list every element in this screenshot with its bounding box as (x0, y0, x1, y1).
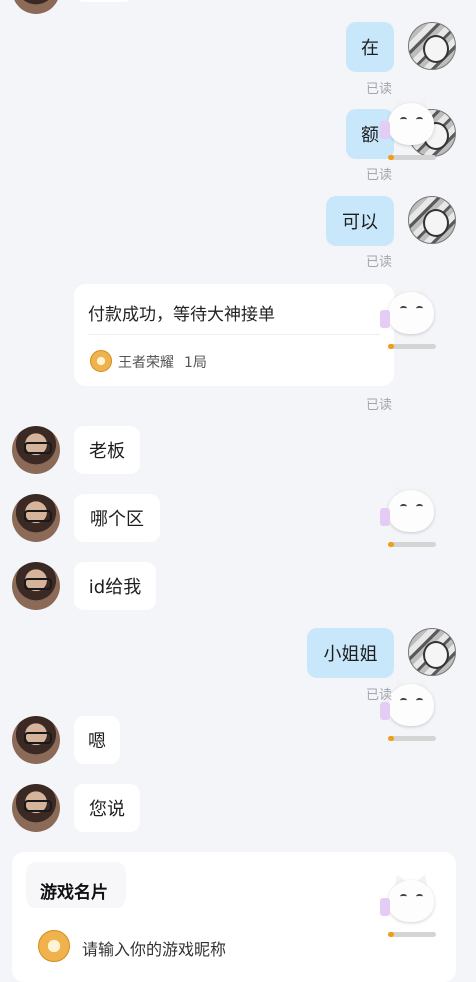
progress-bar (388, 344, 436, 349)
glasses-decoration (24, 800, 52, 812)
contact-avatar[interactable] (12, 784, 60, 832)
cat-sticker-widget[interactable] (380, 94, 440, 165)
cat-eye (400, 698, 407, 703)
milk-bottle-icon (380, 508, 390, 526)
glasses-decoration (24, 442, 52, 454)
received-message-bubble[interactable]: 老板 (74, 426, 140, 474)
contact-avatar[interactable] (12, 494, 60, 542)
message-text: 哪个区 (90, 509, 144, 530)
message-text: 小姐姐 (323, 644, 378, 665)
cat-body (388, 880, 434, 922)
cat-sticker-widget[interactable] (380, 481, 440, 552)
glasses-decoration (24, 732, 52, 744)
card-divider (88, 334, 380, 335)
message-text: 嗯 (88, 731, 106, 752)
avatar-face (423, 209, 449, 237)
message-text: 老板 (89, 441, 125, 462)
sent-message-bubble[interactable]: 可以 (326, 196, 394, 246)
cat-body (388, 490, 434, 532)
cat-eye (416, 504, 423, 509)
cat-eye (400, 306, 407, 311)
contact-avatar[interactable] (12, 716, 60, 764)
sent-message-bubble[interactable]: 小姐姐 (307, 628, 394, 678)
cat-eye (416, 117, 423, 122)
message-text: 您说 (89, 799, 125, 820)
cat-eye (400, 117, 407, 122)
glasses-decoration (24, 510, 52, 522)
message-text: 额 (361, 125, 379, 146)
message-text: 在 (361, 38, 379, 59)
order-status-card[interactable]: 付款成功，等待大神接单 王者荣耀 1局 (74, 284, 394, 386)
progress-bar (388, 542, 436, 547)
game-name: 王者荣耀 (118, 355, 174, 371)
contact-avatar[interactable] (12, 562, 60, 610)
milk-bottle-icon (380, 310, 390, 328)
milk-bottle-icon (380, 898, 390, 916)
progress-bar (388, 736, 436, 741)
read-status: 已读 (366, 168, 393, 183)
read-status: 已读 (366, 688, 393, 703)
self-avatar[interactable] (408, 22, 456, 70)
game-card-title: 游戏名片 (40, 883, 108, 903)
progress-bar (388, 932, 436, 937)
received-message-bubble[interactable]: 哪个区 (74, 494, 160, 542)
avatar-face (423, 641, 449, 669)
received-message-bubble[interactable]: 您说 (74, 784, 140, 832)
cat-eye (400, 504, 407, 509)
milk-bottle-icon (380, 121, 390, 139)
glasses-decoration (24, 578, 52, 590)
contact-avatar[interactable] (12, 426, 60, 474)
cat-eye (416, 306, 423, 311)
honor-of-kings-icon (38, 930, 70, 962)
cat-eye (416, 894, 423, 899)
honor-of-kings-icon (90, 350, 112, 372)
received-message-bubble[interactable]: id给我 (74, 562, 156, 610)
cat-sticker-widget[interactable] (380, 871, 440, 942)
sent-message-bubble[interactable]: 在 (346, 22, 394, 72)
round-count: 1局 (184, 355, 207, 371)
partial-message-bubble (74, 0, 134, 2)
message-text: id给我 (88, 577, 142, 598)
self-avatar[interactable] (408, 628, 456, 676)
read-status: 已读 (366, 398, 393, 413)
message-text: 可以 (342, 212, 378, 233)
cat-eye (400, 894, 407, 899)
cat-eye (416, 698, 423, 703)
contact-avatar[interactable] (12, 0, 60, 14)
read-status: 已读 (366, 255, 393, 270)
cat-body (388, 684, 434, 726)
cat-body (388, 103, 434, 145)
game-nickname-input[interactable]: 请输入你的游戏昵称 (82, 936, 226, 960)
milk-bottle-icon (380, 702, 390, 720)
self-avatar[interactable] (408, 196, 456, 244)
order-status-title: 付款成功，等待大神接单 (88, 305, 275, 325)
progress-bar (388, 155, 436, 160)
received-message-bubble[interactable]: 嗯 (74, 716, 120, 764)
cat-body (388, 292, 434, 334)
avatar-face (423, 35, 449, 63)
cat-sticker-widget[interactable] (380, 283, 440, 354)
